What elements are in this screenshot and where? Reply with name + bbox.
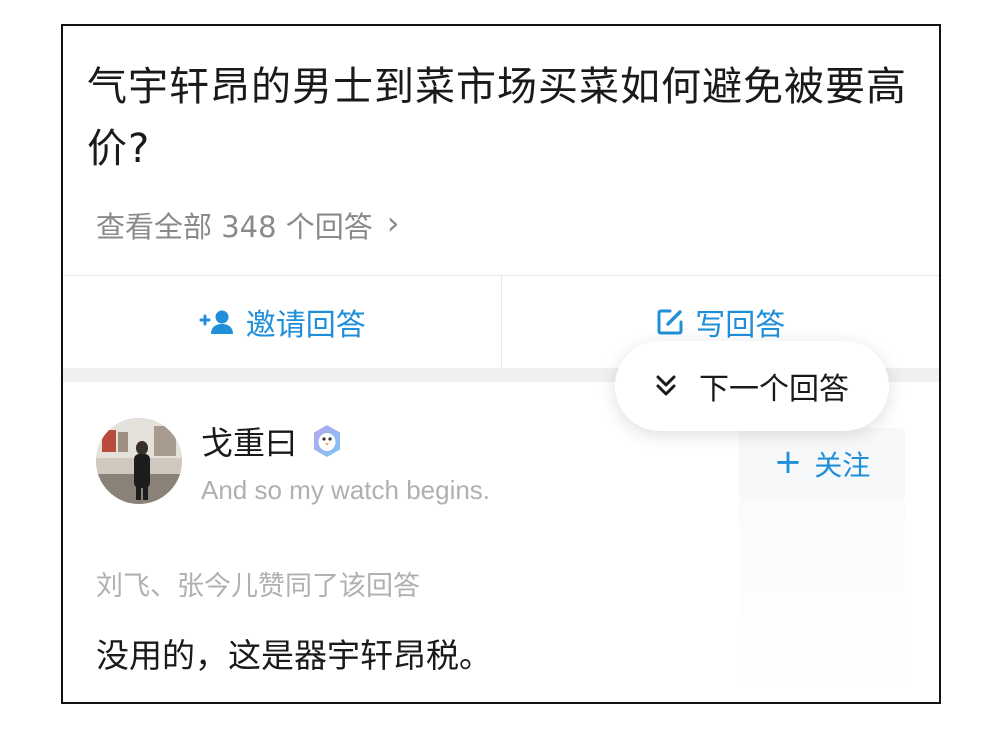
invite-answer-button[interactable]: 邀请回答 [63,276,501,368]
answer-card: 气宇轩昂的男士到菜市场买菜如何避免被要高价? 查看全部 348 个回答 › 邀请… [61,24,941,704]
avatar-photo [96,418,182,504]
author-name[interactable]: 戈重曰 [201,418,345,464]
plus-icon: + [773,442,803,482]
upvoters-text[interactable]: 刘飞、张今儿赞同了该回答 [96,564,420,603]
question-title[interactable]: 气宇轩昂的男士到菜市场买菜如何避免被要高价? [87,56,917,180]
edit-icon [655,307,685,337]
author-bio: And so my watch begins. [201,475,491,505]
follow-button[interactable]: + 关注 [739,428,905,500]
next-answer-label: 下一个回答 [699,372,849,407]
double-chevron-down-icon [655,374,677,398]
penguin-badge-icon [309,423,345,459]
invite-answer-label: 邀请回答 [245,308,366,343]
avatar[interactable] [96,418,182,504]
follow-label: 关注 [814,449,871,482]
add-user-icon [198,309,236,335]
background-shade [739,500,905,702]
write-answer-label: 写回答 [695,308,786,343]
next-answer-button[interactable]: 下一个回答 [615,341,889,431]
answer-text[interactable]: 没用的，这是器宇轩昂税。 [96,629,492,677]
view-all-label: 查看全部 348 个回答 [96,210,373,244]
view-all-answers-link[interactable]: 查看全部 348 个回答 › [96,204,400,246]
author-name-text: 戈重曰 [201,424,298,462]
chevron-right-icon: › [386,204,400,242]
